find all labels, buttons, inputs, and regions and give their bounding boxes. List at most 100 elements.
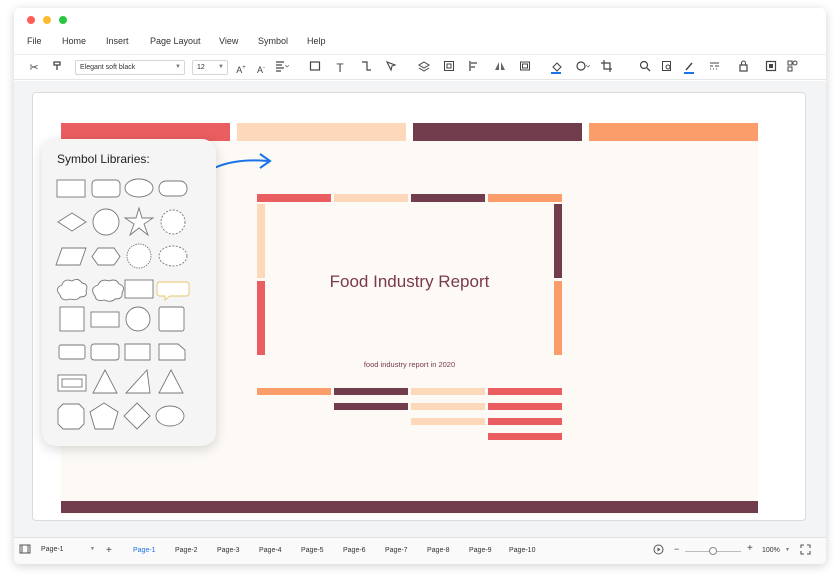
- page-tab-7[interactable]: Page-7: [385, 547, 408, 554]
- symbol-burst[interactable]: [126, 243, 152, 269]
- page-tab-4[interactable]: Page-4: [259, 547, 282, 554]
- format-painter-icon[interactable]: [50, 60, 66, 76]
- symbol-cloud-2[interactable]: [92, 279, 124, 302]
- legend-bar-red-3[interactable]: [488, 418, 562, 425]
- font-grow-icon[interactable]: A+: [233, 60, 249, 76]
- symbol-diamond-2[interactable]: [123, 402, 151, 430]
- bottom-banner[interactable]: [61, 501, 758, 513]
- legend-bar-peach-2[interactable]: [411, 403, 485, 410]
- frame-right-plum[interactable]: [554, 204, 562, 278]
- symbol-circle-2[interactable]: [125, 306, 151, 332]
- symbol-callout[interactable]: [156, 281, 190, 301]
- page-tab-6[interactable]: Page-6: [343, 547, 366, 554]
- align-icon[interactable]: [274, 60, 290, 76]
- symbol-ellipse[interactable]: [124, 178, 154, 198]
- page-tab-9[interactable]: Page-9: [469, 547, 492, 554]
- menu-page-layout[interactable]: Page Layout: [150, 36, 201, 46]
- menu-help[interactable]: Help: [307, 36, 326, 46]
- symbol-right-triangle[interactable]: [124, 368, 151, 394]
- top-banner-orange[interactable]: [589, 123, 758, 141]
- symbol-process[interactable]: [90, 311, 120, 328]
- symbol-star[interactable]: [123, 206, 155, 237]
- legend-bar-orange-1[interactable]: [257, 388, 331, 395]
- close-window-button[interactable]: [27, 16, 35, 24]
- menu-home[interactable]: Home: [62, 36, 86, 46]
- symbol-hexagon[interactable]: [91, 247, 121, 266]
- symbol-window[interactable]: [124, 279, 154, 299]
- crop-icon[interactable]: [600, 60, 616, 76]
- maximize-window-button[interactable]: [59, 16, 67, 24]
- legend-bar-plum-2[interactable]: [334, 403, 408, 410]
- more-icon[interactable]: [786, 60, 802, 76]
- symbol-rectangle[interactable]: [56, 179, 86, 198]
- minimize-window-button[interactable]: [43, 16, 51, 24]
- legend-bar-red-1[interactable]: [488, 388, 562, 395]
- page-tab-8[interactable]: Page-8: [427, 547, 450, 554]
- symbol-parallelogram[interactable]: [55, 247, 87, 266]
- symbol-seal[interactable]: [160, 209, 186, 235]
- zoom-out-button[interactable]: −: [674, 544, 679, 554]
- menu-file[interactable]: File: [27, 36, 42, 46]
- font-size-select[interactable]: 12 ▼: [192, 60, 228, 75]
- legend-bar-red-2[interactable]: [488, 403, 562, 410]
- page-tab-10[interactable]: Page-10: [509, 547, 535, 554]
- fullscreen-icon[interactable]: [800, 544, 811, 555]
- frame-left-red[interactable]: [257, 281, 265, 355]
- symbol-rounded-small[interactable]: [58, 344, 86, 360]
- connector-icon[interactable]: [358, 60, 374, 76]
- line-color-icon[interactable]: [682, 60, 698, 76]
- font-family-select[interactable]: Elegant soft black ▼: [75, 60, 185, 75]
- symbol-card[interactable]: [158, 343, 186, 361]
- search-icon[interactable]: [637, 60, 653, 76]
- page-select[interactable]: Page-1 ▼: [37, 543, 97, 556]
- lock-icon[interactable]: [736, 60, 752, 76]
- symbol-cloud-burst[interactable]: [158, 245, 188, 267]
- zoom-in-button[interactable]: +: [747, 543, 753, 554]
- top-banner-peach[interactable]: [237, 123, 406, 141]
- rectangle-icon[interactable]: [307, 60, 323, 76]
- add-page-button[interactable]: +: [106, 545, 112, 556]
- symbol-square-2[interactable]: [158, 306, 185, 332]
- frame-right-orange[interactable]: [554, 281, 562, 355]
- top-banner-plum[interactable]: [413, 123, 582, 141]
- scissors-icon[interactable]: ✂: [26, 60, 42, 76]
- page-panel-icon[interactable]: [19, 544, 31, 554]
- fill-icon[interactable]: [549, 60, 565, 76]
- zoom-level[interactable]: 100%: [762, 547, 780, 554]
- symbol-octagon[interactable]: [57, 403, 85, 430]
- symbol-diamond[interactable]: [57, 212, 87, 232]
- frame-top-plum[interactable]: [411, 194, 485, 202]
- flip-icon[interactable]: [492, 60, 508, 76]
- page-tab-3[interactable]: Page-3: [217, 547, 240, 554]
- align-left-icon[interactable]: [466, 60, 482, 76]
- symbol-rounded-rectangle[interactable]: [91, 179, 121, 198]
- text-icon[interactable]: T: [332, 60, 348, 76]
- symbol-pentagon[interactable]: [89, 402, 119, 430]
- page-tab-5[interactable]: Page-5: [301, 547, 324, 554]
- menu-view[interactable]: View: [219, 36, 238, 46]
- group-icon[interactable]: [441, 60, 457, 76]
- legend-bar-red-4[interactable]: [488, 433, 562, 440]
- zoom-page-icon[interactable]: [659, 60, 675, 76]
- layers-icon[interactable]: [416, 60, 432, 76]
- fit-icon[interactable]: [763, 60, 779, 76]
- menu-symbol[interactable]: Symbol: [258, 36, 288, 46]
- frame-top-orange[interactable]: [488, 194, 562, 202]
- legend-bar-plum-1[interactable]: [334, 388, 408, 395]
- menu-insert[interactable]: Insert: [106, 36, 129, 46]
- symbol-tab[interactable]: [124, 343, 151, 361]
- symbol-terminator[interactable]: [158, 180, 188, 197]
- legend-bar-peach-1[interactable]: [411, 388, 485, 395]
- symbol-triangle-2[interactable]: [158, 369, 184, 394]
- pointer-icon[interactable]: [383, 60, 399, 76]
- shadow-icon[interactable]: [575, 60, 591, 76]
- legend-bar-peach-3[interactable]: [411, 418, 485, 425]
- symbol-cloud[interactable]: [57, 278, 88, 301]
- symbol-square[interactable]: [59, 306, 85, 332]
- page-tab-2[interactable]: Page-2: [175, 547, 198, 554]
- play-icon[interactable]: [653, 544, 664, 555]
- symbol-ellipse-2[interactable]: [155, 405, 185, 427]
- zoom-slider-handle[interactable]: [709, 547, 717, 555]
- frame-icon[interactable]: [517, 60, 533, 76]
- page-tab-1[interactable]: Page-1: [133, 547, 156, 554]
